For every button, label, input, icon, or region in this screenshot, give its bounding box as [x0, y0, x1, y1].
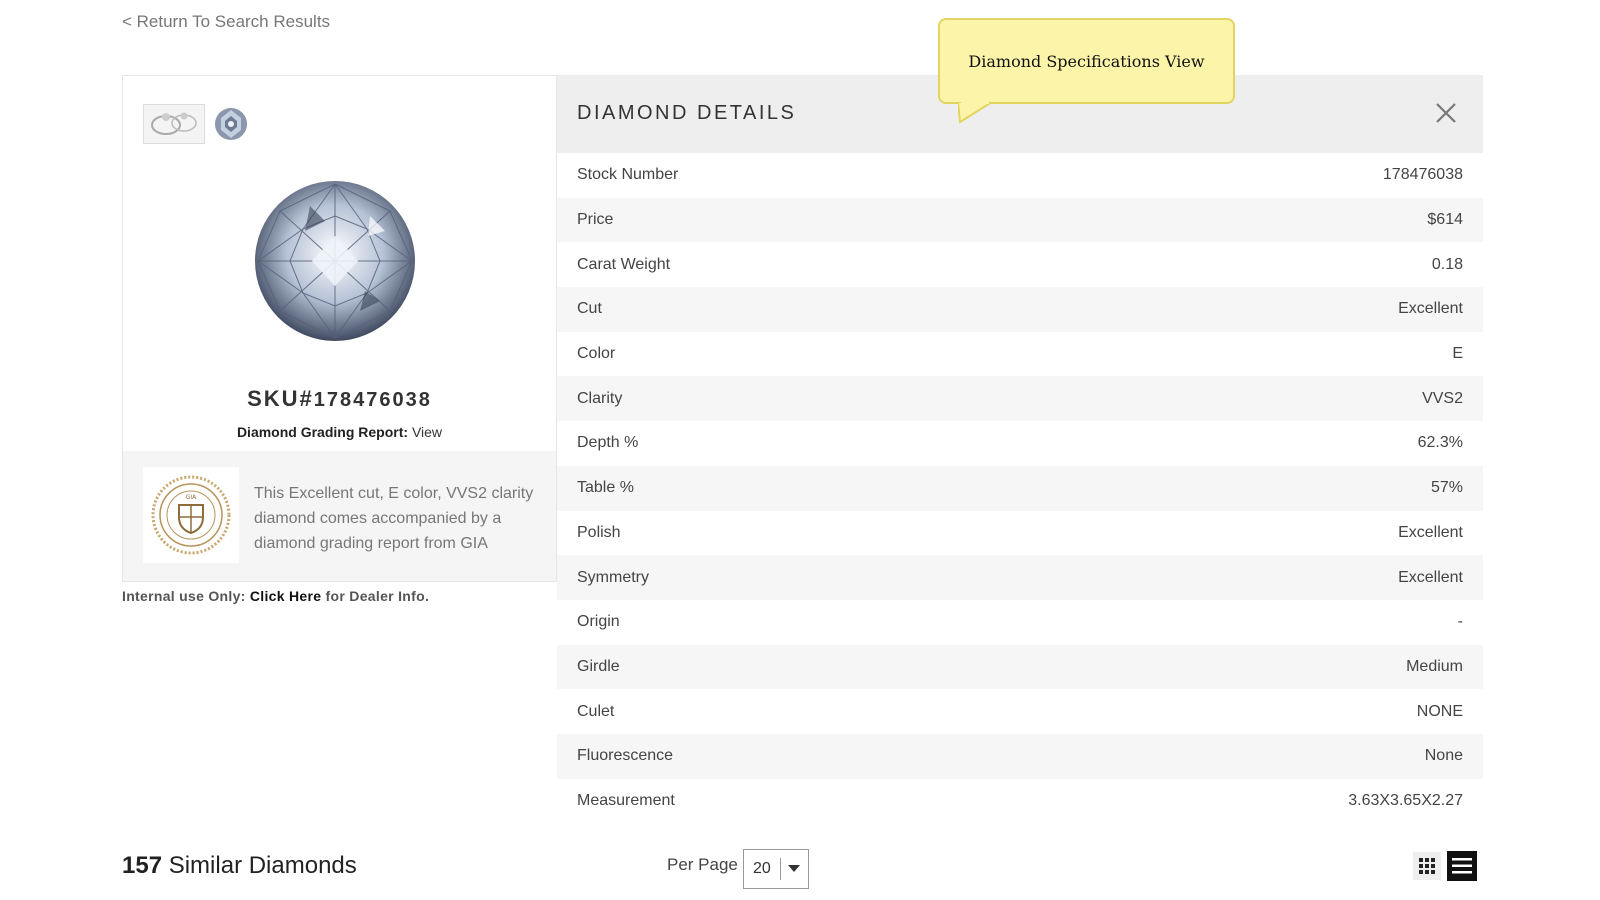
sku-prefix: SKU# — [247, 386, 314, 411]
sku-number: 178476038 — [313, 389, 432, 411]
internal-use-suffix: for Dealer Info. — [325, 588, 430, 604]
details-rows: Stock Number 178476038 Price $614 Carat We… — [557, 153, 1483, 823]
detail-value: Excellent — [1398, 300, 1463, 318]
detail-label: Origin — [577, 613, 620, 631]
svg-text:GIA: GIA — [186, 494, 197, 501]
detail-value: NONE — [1416, 702, 1463, 720]
per-page-value: 20 — [753, 860, 771, 877]
detail-value: E — [1452, 345, 1463, 363]
gia-seal-logo: GIA — [143, 467, 239, 563]
grid-view-icon[interactable] — [1413, 852, 1441, 880]
detail-row-carat-weight: Carat Weight 0.18 — [557, 242, 1483, 287]
detail-label: Price — [577, 211, 614, 229]
detail-label: Clarity — [577, 389, 623, 407]
similar-label: Similar Diamonds — [168, 852, 357, 879]
detail-value: VVS2 — [1422, 389, 1463, 407]
tooltip-tail — [958, 102, 994, 124]
detail-row-origin: Origin - — [557, 600, 1483, 645]
grading-report-line: Diamond Grading Report: View — [123, 424, 556, 440]
detail-label: Girdle — [577, 657, 620, 675]
internal-use-prefix: Internal use Only: — [122, 588, 246, 604]
per-page-label: Per Page — [667, 855, 738, 874]
specifications-tooltip: Diamond Specifications View — [938, 18, 1235, 104]
detail-label: Symmetry — [577, 568, 649, 586]
detail-value: 57% — [1430, 479, 1463, 497]
detail-label: Stock Number — [577, 166, 679, 184]
chevron-down-icon — [781, 865, 809, 873]
detail-label: Carat Weight — [577, 255, 671, 273]
details-title: DIAMOND DETAILS — [577, 102, 797, 124]
detail-row-polish: Polish Excellent — [557, 511, 1483, 556]
detail-row-price: Price $614 — [557, 197, 1483, 243]
detail-row-color: Color E — [557, 332, 1483, 377]
detail-value: Medium — [1406, 657, 1463, 675]
diamond-image — [255, 181, 415, 341]
thumbnail-ring[interactable] — [143, 104, 205, 144]
detail-value: 62.3% — [1417, 434, 1463, 452]
similar-diamonds-heading: 157 Similar Diamonds — [122, 852, 357, 880]
per-page-select[interactable]: 20 — [743, 849, 809, 889]
similar-count: 157 — [122, 852, 163, 879]
detail-value: None — [1424, 747, 1463, 765]
detail-label: Fluorescence — [577, 747, 674, 765]
dealer-info-link[interactable]: Click Here — [250, 588, 321, 604]
detail-value: - — [1457, 613, 1463, 631]
detail-value: Excellent — [1398, 523, 1463, 541]
detail-label: Color — [577, 345, 616, 363]
detail-label: Depth % — [577, 434, 639, 452]
detail-row-cut: Cut Excellent — [557, 287, 1483, 332]
page: < Return To Search Results SKU#178476038… — [0, 0, 1600, 900]
detail-value: Excellent — [1398, 568, 1463, 586]
certificate-description: This Excellent cut, E color, VVS2 clarit… — [254, 485, 534, 552]
internal-use-note: Internal use Only: Click Here for Dealer… — [122, 588, 429, 604]
sku-heading: SKU#178476038 — [123, 386, 556, 412]
detail-value: $614 — [1427, 211, 1463, 229]
detail-label: Cut — [577, 300, 602, 318]
gia-seal-icon: GIA — [151, 475, 231, 555]
detail-row-girdle: Girdle Medium — [557, 644, 1483, 690]
list-view-icon[interactable] — [1447, 851, 1477, 881]
detail-value: 0.18 — [1431, 255, 1463, 273]
return-to-search-link[interactable]: < Return To Search Results — [122, 12, 330, 32]
detail-label: Polish — [577, 523, 621, 541]
detail-label: Culet — [577, 702, 615, 720]
detail-label: Measurement — [577, 791, 675, 809]
detail-row-measurement: Measurement 3.63X3.65X2.27 — [557, 779, 1483, 824]
detail-row-clarity: Clarity VVS2 — [557, 376, 1483, 422]
detail-label: Table % — [577, 479, 634, 497]
thumbnail-strip — [143, 104, 249, 144]
close-icon[interactable] — [1431, 98, 1461, 128]
grading-report-view-link[interactable]: View — [412, 424, 442, 440]
detail-row-culet: Culet NONE — [557, 689, 1483, 734]
ring-thumbnail-icon — [151, 112, 197, 135]
detail-row-table: Table % 57% — [557, 465, 1483, 511]
detail-row-fluorescence: Fluorescence None — [557, 733, 1483, 779]
product-image-panel: SKU#178476038 Diamond Grading Report: Vi… — [122, 75, 557, 582]
diamond-details-panel: DIAMOND DETAILS Stock Number 178476038 Pr… — [557, 75, 1483, 823]
grading-report-label: Diamond Grading Report: — [236, 424, 409, 440]
thumbnail-diamond[interactable] — [213, 106, 249, 142]
detail-value: 3.63X3.65X2.27 — [1348, 791, 1463, 809]
detail-row-symmetry: Symmetry Excellent — [557, 555, 1483, 600]
detail-row-stock-number: Stock Number 178476038 — [557, 153, 1483, 198]
detail-row-depth: Depth % 62.3% — [557, 421, 1483, 466]
detail-value: 178476038 — [1382, 166, 1463, 184]
certificate-box: GIA This Excellent cut, E color, VVS2 cl… — [123, 451, 556, 581]
